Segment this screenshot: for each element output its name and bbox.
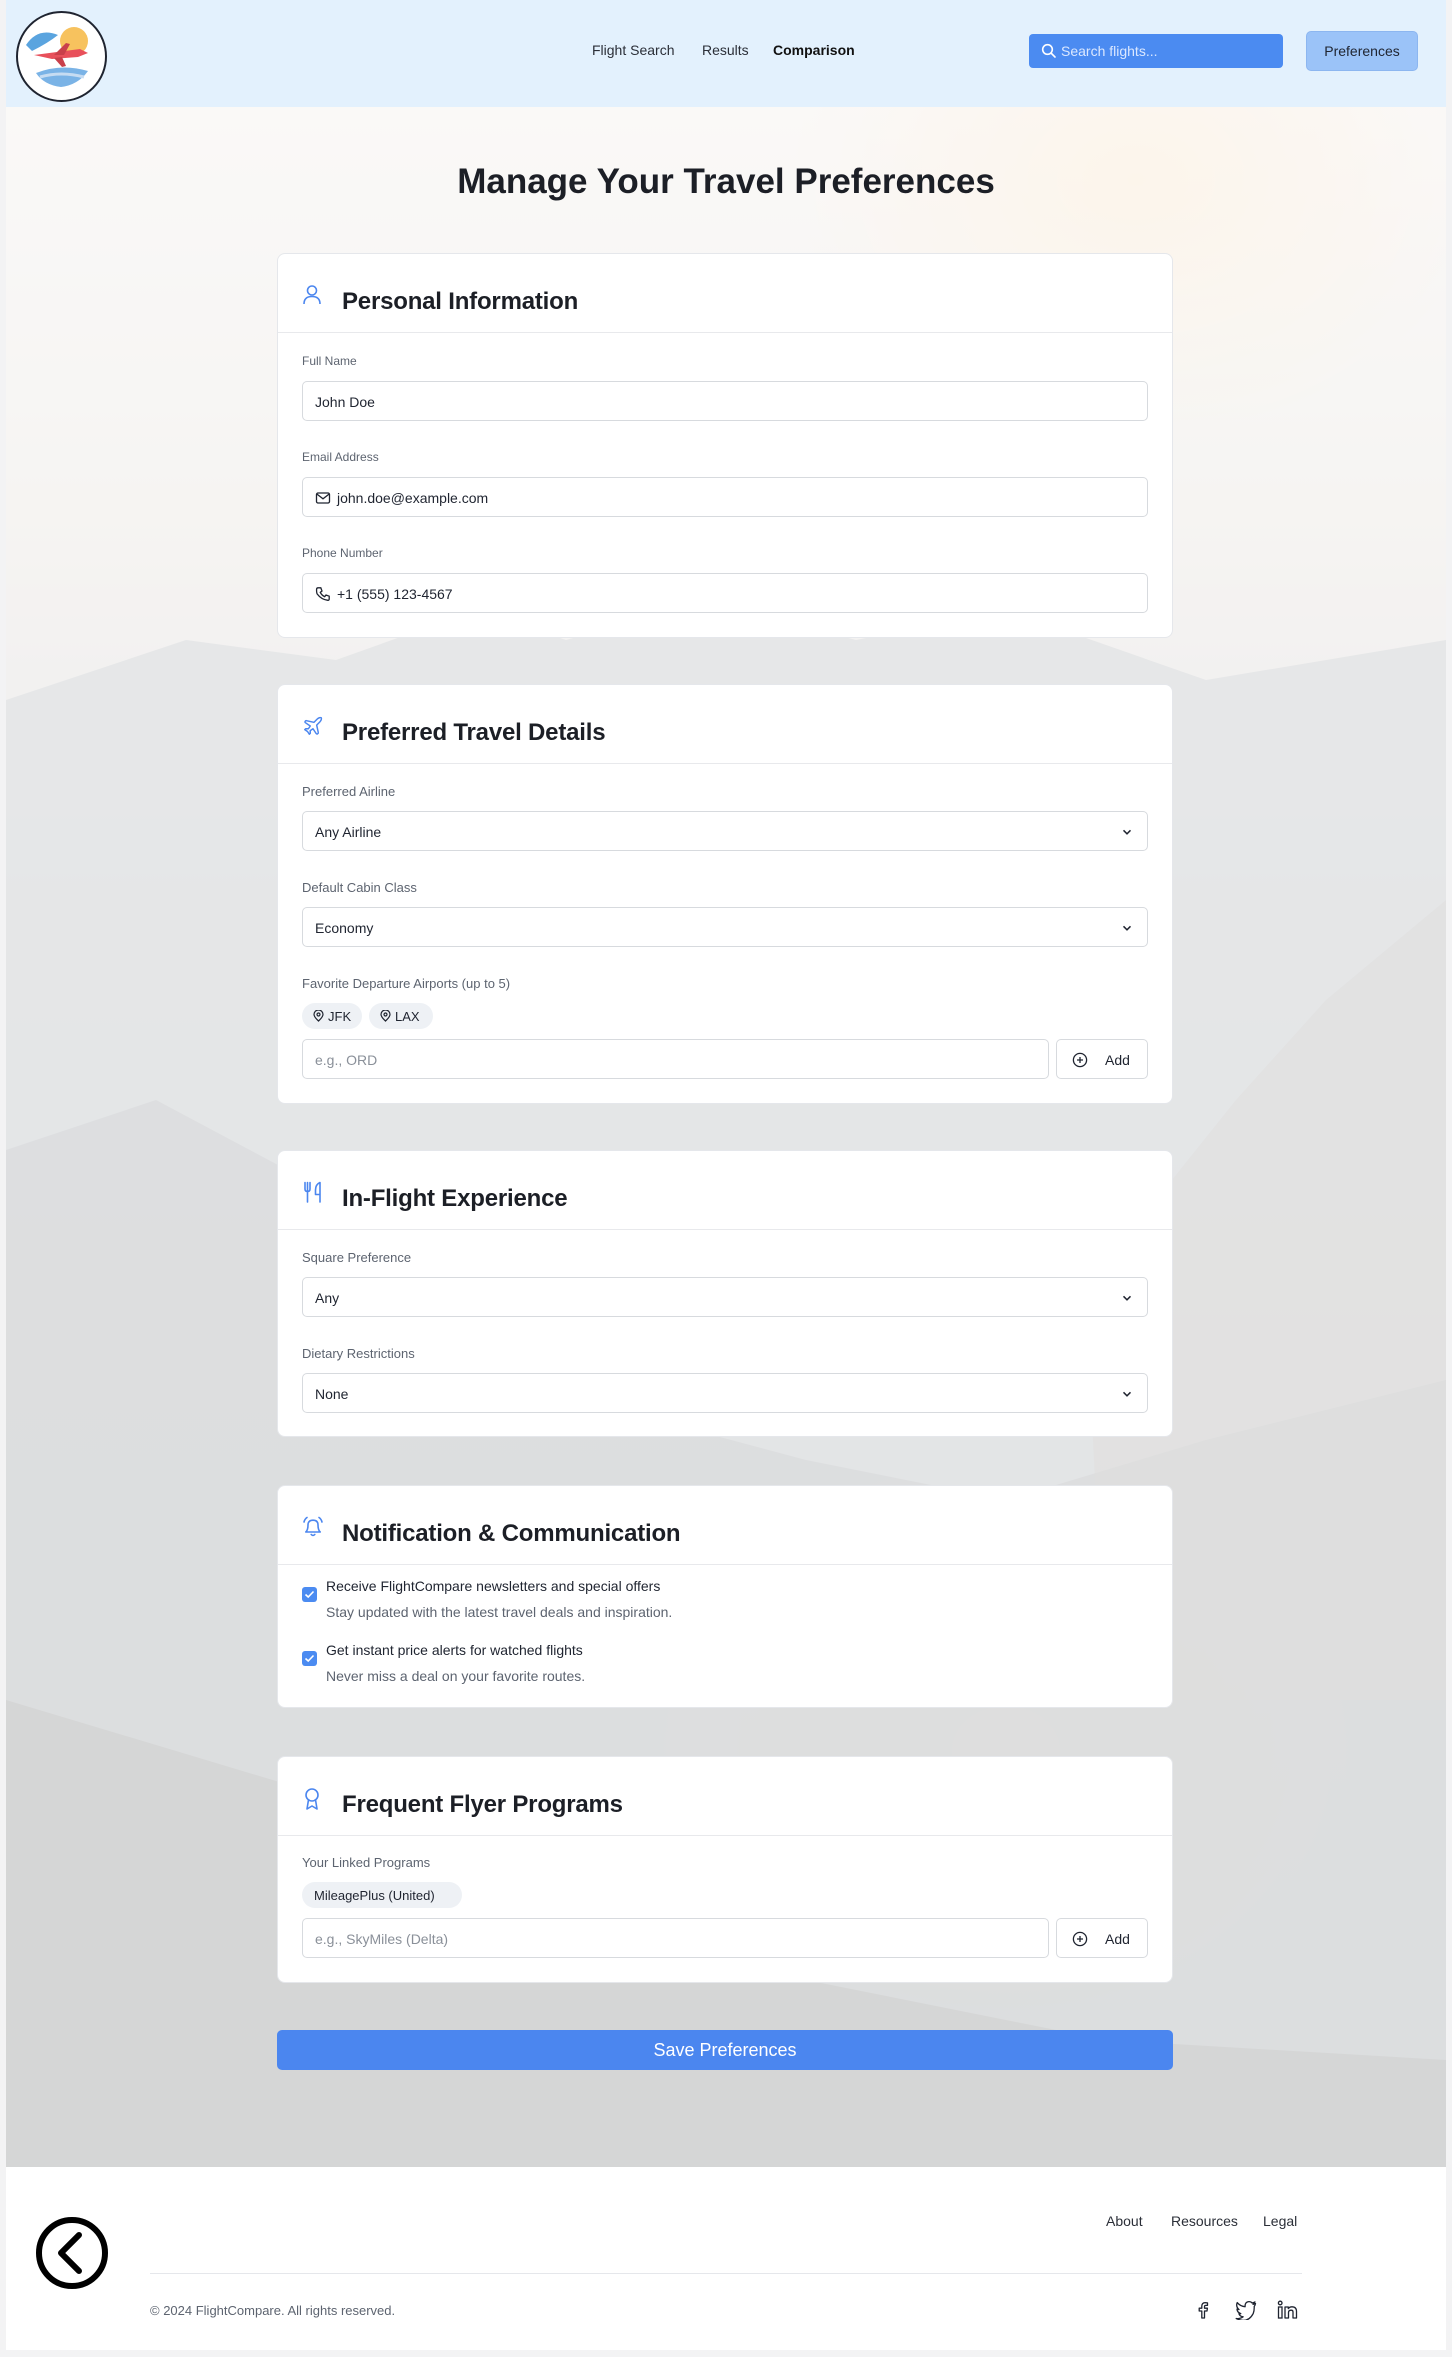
add-airport-button[interactable]: Add xyxy=(1056,1039,1148,1079)
copyright-text: © 2024 FlightCompare. All rights reserve… xyxy=(150,2303,396,2318)
search-box[interactable] xyxy=(1029,34,1283,68)
email-label: Email Address xyxy=(302,450,379,464)
cabin-value: Economy xyxy=(315,920,374,936)
card-header: Preferred Travel Details xyxy=(278,685,1172,764)
search-input[interactable] xyxy=(1061,34,1271,68)
bell-ring-icon xyxy=(303,1516,323,1537)
program-input-placeholder: e.g., SkyMiles (Delta) xyxy=(315,1931,449,1947)
chevron-down-icon xyxy=(1122,829,1132,835)
price-alerts-option-title: Get instant price alerts for watched fli… xyxy=(326,1642,583,1658)
airline-value: Any Airline xyxy=(315,824,382,840)
card-header: Notification & Communication xyxy=(278,1486,1172,1565)
airline-label: Preferred Airline xyxy=(302,784,396,799)
card-header: Personal Information xyxy=(278,254,1172,333)
plus-circle-icon xyxy=(1072,1052,1088,1068)
inflight-card: In-Flight Experience Square Preference A… xyxy=(277,1150,1173,1437)
card-header: Frequent Flyer Programs xyxy=(278,1757,1172,1836)
phone-value: +1 (555) 123-4567 xyxy=(337,586,453,602)
footer: About Resources Legal © 2024 FlightCompa… xyxy=(6,2167,1446,2350)
phone-label: Phone Number xyxy=(302,546,383,560)
card-title: In-Flight Experience xyxy=(342,1185,568,1212)
check-icon xyxy=(304,1590,315,1599)
search-icon xyxy=(1041,43,1056,58)
app-frame: Flight Search Results Comparison Prefere… xyxy=(6,0,1446,2350)
card-title: Preferred Travel Details xyxy=(342,719,606,746)
map-pin-icon xyxy=(313,1010,324,1022)
chevron-down-icon xyxy=(1122,925,1132,931)
personal-info-card: Personal Information Full Name John Doe … xyxy=(277,253,1173,638)
plus-circle-icon xyxy=(1072,1931,1088,1947)
nav-flight-search[interactable]: Flight Search xyxy=(592,42,674,58)
newsletter-option-title: Receive FlightCompare newsletters and sp… xyxy=(326,1578,661,1594)
footer-link-about[interactable]: About xyxy=(1106,2213,1143,2229)
add-label: Add xyxy=(1105,1931,1130,1947)
full-name-field[interactable]: John Doe xyxy=(302,381,1148,421)
linkedin-icon[interactable] xyxy=(1277,2300,1299,2320)
airports-label: Favorite Departure Airports (up to 5) xyxy=(302,976,511,991)
airport-chip-label: LAX xyxy=(395,1009,420,1024)
card-title: Frequent Flyer Programs xyxy=(342,1791,623,1818)
top-header: Flight Search Results Comparison Prefere… xyxy=(6,0,1446,107)
airport-chip[interactable]: JFK xyxy=(302,1003,362,1029)
notifications-card: Notification & Communication Receive Fli… xyxy=(277,1485,1173,1708)
add-program-button[interactable]: Add xyxy=(1056,1918,1148,1958)
facebook-icon[interactable] xyxy=(1193,2300,1213,2320)
chevron-down-icon xyxy=(1122,1295,1132,1301)
airport-chip[interactable]: LAX xyxy=(369,1003,433,1029)
email-value: john.doe@example.com xyxy=(337,490,489,506)
program-chip[interactable]: MileagePlus (United) xyxy=(302,1882,462,1908)
dietary-value: None xyxy=(315,1386,349,1402)
back-arrow-icon[interactable] xyxy=(35,2216,109,2290)
plane-icon xyxy=(304,716,323,735)
chevron-down-icon xyxy=(1122,1391,1132,1397)
price-alerts-option-subtitle: Never miss a deal on your favorite route… xyxy=(326,1668,586,1684)
cabin-select[interactable]: Economy xyxy=(302,907,1148,947)
brand-logo[interactable] xyxy=(16,11,107,102)
phone-icon xyxy=(315,587,330,601)
email-field[interactable]: john.doe@example.com xyxy=(302,477,1148,517)
phone-field[interactable]: +1 (555) 123-4567 xyxy=(302,573,1148,613)
add-label: Add xyxy=(1105,1052,1130,1068)
airport-input-placeholder: e.g., ORD xyxy=(315,1052,378,1068)
full-name-value: John Doe xyxy=(315,394,375,410)
check-icon xyxy=(304,1654,315,1663)
newsletter-option-subtitle: Stay updated with the latest travel deal… xyxy=(326,1604,673,1620)
frequent-flyer-card: Frequent Flyer Programs Your Linked Prog… xyxy=(277,1756,1173,1983)
nav-comparison[interactable]: Comparison xyxy=(773,42,855,58)
square-label: Square Preference xyxy=(302,1250,412,1265)
footer-divider xyxy=(150,2273,1302,2274)
nav-results[interactable]: Results xyxy=(702,42,749,58)
airport-chip-label: JFK xyxy=(328,1009,352,1024)
airport-input[interactable]: e.g., ORD xyxy=(302,1039,1049,1079)
preferences-button[interactable]: Preferences xyxy=(1306,31,1418,71)
card-header: In-Flight Experience xyxy=(278,1151,1172,1230)
full-name-label: Full Name xyxy=(302,354,357,368)
price-alerts-checkbox[interactable] xyxy=(302,1651,317,1666)
page-title: Manage Your Travel Preferences xyxy=(457,162,995,201)
footer-link-legal[interactable]: Legal xyxy=(1263,2213,1297,2229)
dietary-select[interactable]: None xyxy=(302,1373,1148,1413)
mail-icon xyxy=(315,492,331,504)
square-select[interactable]: Any xyxy=(302,1277,1148,1317)
award-icon xyxy=(305,1788,319,1810)
map-pin-icon xyxy=(380,1010,391,1022)
utensils-icon xyxy=(304,1181,321,1203)
airport-chips: JFK LAX xyxy=(302,1003,602,1029)
save-preferences-button[interactable]: Save Preferences xyxy=(277,2030,1173,2070)
user-icon xyxy=(303,285,321,305)
program-input[interactable]: e.g., SkyMiles (Delta) xyxy=(302,1918,1049,1958)
twitter-icon[interactable] xyxy=(1235,2300,1257,2320)
square-value: Any xyxy=(315,1290,340,1306)
newsletter-checkbox[interactable] xyxy=(302,1587,317,1602)
cabin-label: Default Cabin Class xyxy=(302,880,417,895)
card-title: Notification & Communication xyxy=(342,1520,681,1547)
card-title: Personal Information xyxy=(342,288,579,315)
airline-select[interactable]: Any Airline xyxy=(302,811,1148,851)
footer-link-resources[interactable]: Resources xyxy=(1171,2213,1238,2229)
dietary-label: Dietary Restrictions xyxy=(302,1346,415,1361)
linked-programs-label: Your Linked Programs xyxy=(302,1855,431,1870)
travel-details-card: Preferred Travel Details Preferred Airli… xyxy=(277,684,1173,1104)
program-chip-label: MileagePlus (United) xyxy=(314,1888,435,1903)
